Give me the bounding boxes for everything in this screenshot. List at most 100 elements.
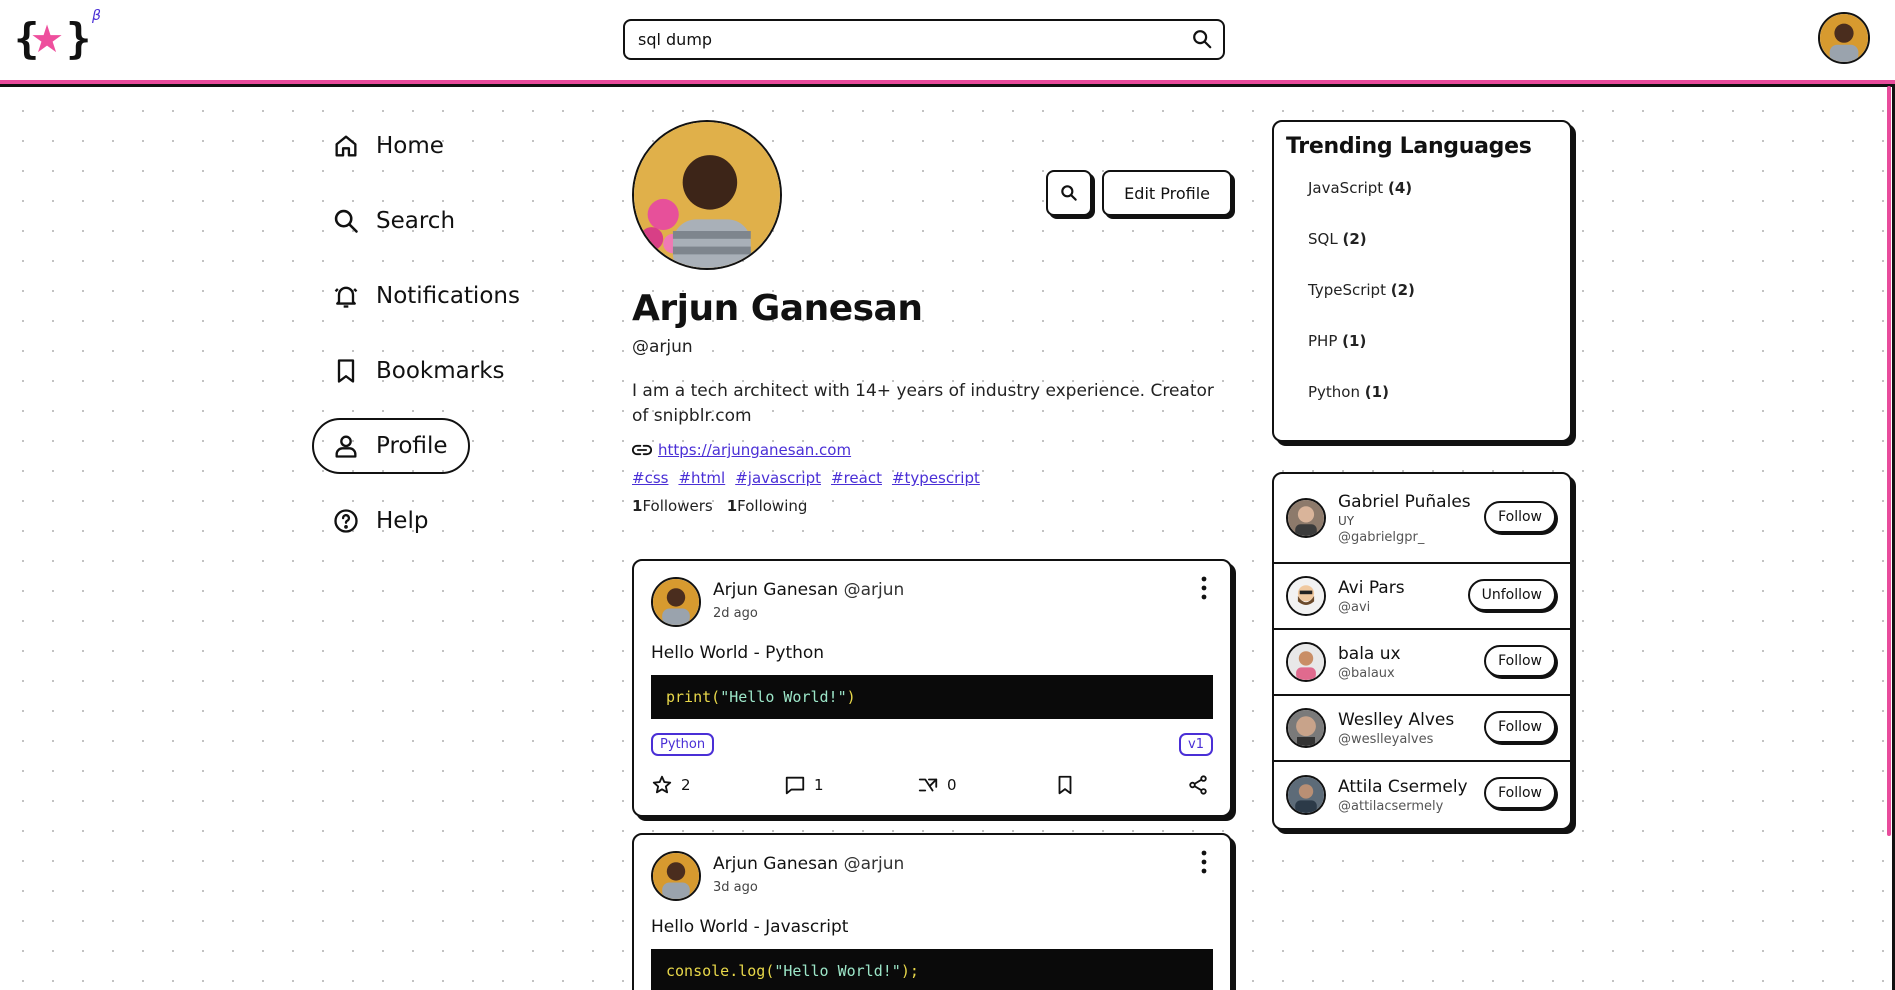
scrollbar-thumb[interactable] [1887,86,1891,836]
search-input[interactable] [638,21,1158,57]
nav-label: Home [376,133,444,159]
user-icon [335,435,357,458]
user-name[interactable]: bala ux [1338,644,1401,664]
post-title[interactable]: Hello World - Javascript [651,917,1213,937]
code-string: "Hello World!" [720,688,847,706]
language-count: (4) [1387,179,1413,197]
avatar-photo [634,122,780,268]
nav-label: Search [376,208,456,234]
avatar-photo [653,579,699,625]
trending-item[interactable]: PHP (1) [1286,322,1558,373]
user-avatar[interactable] [1286,775,1326,815]
comment-button[interactable]: 1 [784,774,824,796]
logo-brace-right: } [66,14,92,63]
tag-link[interactable]: #html [678,469,725,487]
follow-button[interactable]: Follow [1484,777,1556,809]
avatar-photo [1288,500,1324,536]
trending-list: JavaScript (4) SQL (2) TypeScript (2) PH… [1286,169,1558,424]
post-header: Arjun Ganesan @arjun 2d ago [651,577,1213,627]
following-count: 1 [726,497,738,515]
user-avatar[interactable] [1286,576,1326,616]
search-bar[interactable] [623,19,1225,60]
post-author[interactable]: Arjun Ganesan @arjun [713,854,904,874]
profile-website-link[interactable]: https://arjunganesan.com [658,441,851,459]
language-count: (2) [1342,230,1367,248]
trending-item[interactable]: SQL (2) [1286,220,1558,271]
follow-button[interactable]: Follow [1484,501,1556,533]
fork-button[interactable]: 0 [917,774,957,796]
post-title[interactable]: Hello World - Python [651,643,1213,663]
post-author-name: Arjun Ganesan [713,580,839,600]
star-button[interactable]: 2 [651,774,691,796]
user-name[interactable]: Weslley Alves [1338,710,1454,730]
avatar-photo [1288,578,1324,614]
profile-search-button[interactable] [1046,170,1093,216]
post-author[interactable]: Arjun Ganesan @arjun [713,580,904,600]
language-chip[interactable]: Python [651,733,715,756]
unfollow-button[interactable]: Unfollow [1467,579,1556,611]
code-block[interactable]: console.log("Hello World!"); [651,949,1213,990]
post-time: 2d ago [713,606,758,621]
snippet-card[interactable]: Arjun Ganesan @arjun 2d ago Hello World … [632,559,1232,817]
version-chip[interactable]: v1 [1179,733,1213,756]
tag-link[interactable]: #typescript [892,469,980,487]
snippet-card[interactable]: Arjun Ganesan @arjun 3d ago Hello World … [632,833,1232,990]
code-block[interactable]: print("Hello World!") [651,675,1213,719]
user-avatar[interactable] [1286,642,1326,682]
user-name[interactable]: Attila Csermely [1338,777,1468,797]
post-author-handle: @arjun [843,854,905,874]
user-row[interactable]: bala ux @balaux Follow [1274,630,1570,696]
user-handle: @weslleyalves [1338,731,1434,747]
language-count: (1) [1342,332,1367,350]
user-row[interactable]: Weslley Alves @weslleyalves Follow [1274,696,1570,762]
user-row[interactable]: Gabriel Puñales UY @gabrielgpr_ Follow [1274,474,1570,564]
nav-item-notifications[interactable]: Notifications [312,268,572,324]
nav-item-profile[interactable]: Profile [312,418,470,474]
tag-link[interactable]: #react [831,469,882,487]
nav-item-search[interactable]: Search [312,193,572,249]
followers-stat[interactable]: 1Followers [632,497,713,515]
profile-name: Arjun Ganesan [632,288,923,329]
nav-label: Bookmarks [376,358,505,384]
trending-item[interactable]: Python (1) [1286,373,1558,424]
search-icon [334,209,358,233]
follow-button[interactable]: Follow [1484,645,1556,677]
star-icon: ★ [30,17,65,61]
app-logo[interactable]: { ★ } β [14,8,101,64]
search-icon[interactable] [1191,28,1213,50]
trending-item[interactable]: TypeScript (2) [1286,271,1558,322]
profile-handle: @arjun [632,337,693,357]
trending-title: Trending Languages [1286,134,1532,159]
post-chips: Python v1 [651,733,1213,756]
tag-link[interactable]: #css [632,469,668,487]
comment-icon [785,776,805,795]
user-name[interactable]: Avi Pars [1338,578,1405,598]
bell-icon [334,286,358,308]
nav-item-home[interactable]: Home [312,118,572,174]
more-vertical-icon[interactable] [1194,575,1214,601]
followers-label: Followers [642,497,713,515]
user-name[interactable]: Gabriel Puñales [1338,492,1471,512]
user-location: UY [1338,513,1355,528]
nav-item-bookmarks[interactable]: Bookmarks [312,343,572,399]
tag-link[interactable]: #javascript [735,469,821,487]
bookmark-button[interactable] [1054,774,1084,796]
trending-item[interactable]: JavaScript (4) [1286,169,1558,220]
follow-button[interactable]: Follow [1484,711,1556,743]
avatar-photo [1820,14,1868,62]
avatar-photo [1288,777,1324,813]
nav-label: Help [376,508,429,534]
user-avatar[interactable] [1286,708,1326,748]
avatar-photo [1288,710,1324,746]
post-author-avatar[interactable] [651,851,701,901]
user-row[interactable]: Attila Csermely @attilacsermely Follow [1274,762,1570,828]
edit-profile-button[interactable]: Edit Profile [1102,170,1232,216]
following-stat[interactable]: 1Following [727,497,808,515]
user-avatar[interactable] [1818,12,1870,64]
post-author-avatar[interactable] [651,577,701,627]
nav-item-help[interactable]: Help [312,493,572,549]
share-button[interactable] [1187,774,1217,796]
user-row[interactable]: Avi Pars @avi Unfollow [1274,564,1570,630]
more-vertical-icon[interactable] [1194,849,1214,875]
user-avatar[interactable] [1286,498,1326,538]
